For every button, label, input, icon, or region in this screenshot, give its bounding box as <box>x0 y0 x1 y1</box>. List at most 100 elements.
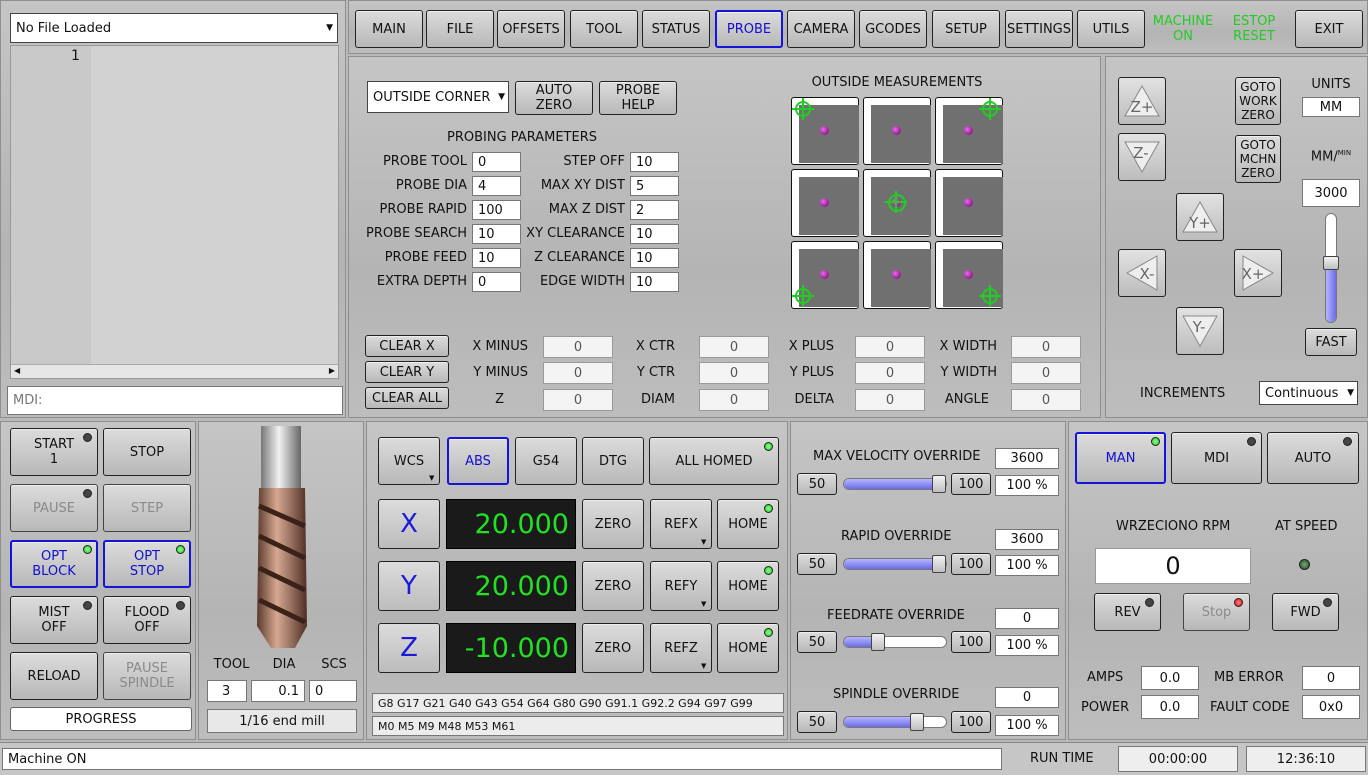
feedrate-slider[interactable] <box>843 633 947 651</box>
probe-edge-bottom[interactable] <box>863 241 931 309</box>
slider-knob[interactable] <box>932 555 946 573</box>
clear-y-button[interactable]: CLEAR Y <box>365 361 449 383</box>
tab-main[interactable]: MAIN <box>355 10 423 48</box>
probe-help-button[interactable]: PROBE HELP <box>599 81 677 115</box>
home-z-led <box>764 628 773 637</box>
tab-camera[interactable]: CAMERA <box>787 10 855 48</box>
probe-edge-right[interactable] <box>935 169 1003 237</box>
tab-tool[interactable]: TOOL <box>570 10 638 48</box>
g54-button[interactable]: G54 <box>515 437 577 485</box>
probe-edge-top[interactable] <box>863 97 931 165</box>
jog-y-minus-button[interactable]: Y- <box>1176 307 1224 355</box>
clear-x-button[interactable]: CLEAR X <box>365 335 449 357</box>
mdi-input[interactable]: MDI: <box>7 386 343 415</box>
axis-y-button[interactable]: Y <box>378 561 440 611</box>
goto-work-zero-button[interactable]: GOTO WORK ZERO <box>1235 77 1281 125</box>
jog-x-plus-button[interactable]: X+ <box>1234 249 1282 297</box>
slider-knob[interactable] <box>932 475 946 493</box>
probe-edge-left[interactable] <box>791 169 859 237</box>
tool-scs: 0 <box>309 680 357 702</box>
override-max-button[interactable]: 100 <box>951 711 991 733</box>
scroll-right-icon[interactable]: ▶ <box>329 366 335 375</box>
max-velocity-slider[interactable] <box>843 475 947 493</box>
all-homed-button[interactable]: ALL HOMED <box>649 437 779 485</box>
estop-reset-button[interactable]: ESTOP RESET <box>1220 10 1288 48</box>
scroll-left-icon[interactable]: ◀ <box>14 366 20 375</box>
abs-button[interactable]: ABS <box>447 437 509 485</box>
param-probe-search-input[interactable]: 10 <box>472 224 521 244</box>
power-label: POWER <box>1081 700 1130 715</box>
param-edge-width-input[interactable]: 10 <box>630 272 679 292</box>
machine-on-button[interactable]: MACHINE ON <box>1149 10 1217 48</box>
probe-corner-top-left[interactable] <box>791 97 859 165</box>
gcode-editor[interactable]: 1 ◀ ▶ <box>10 45 339 379</box>
slider-knob[interactable] <box>910 713 925 731</box>
opt-stop-led <box>176 545 185 554</box>
tab-gcodes[interactable]: GCODES <box>859 10 927 48</box>
slider-knob[interactable] <box>870 633 885 651</box>
param-step-off-input[interactable]: 10 <box>630 152 679 172</box>
override-min-button[interactable]: 50 <box>797 631 837 653</box>
clear-all-button[interactable]: CLEAR ALL <box>365 387 449 409</box>
override-max-button[interactable]: 100 <box>951 631 991 653</box>
param-probe-dia-input[interactable]: 4 <box>472 176 521 196</box>
file-dropdown[interactable]: No File Loaded ▼ <box>10 13 338 43</box>
jog-rate-slider[interactable] <box>1323 213 1339 323</box>
zero-z-button[interactable]: ZERO <box>582 623 644 673</box>
probe-mode-select[interactable]: OUTSIDE CORNERS ▼ <box>367 81 509 113</box>
jog-z-minus-button[interactable]: Z- <box>1118 133 1166 181</box>
jog-y-plus-button[interactable]: Y+ <box>1176 193 1224 241</box>
chevron-down-icon: ▼ <box>701 538 707 546</box>
probe-center[interactable] <box>863 169 931 237</box>
stop-button[interactable]: STOP <box>103 428 191 476</box>
editor-scrollbar[interactable]: ◀ ▶ <box>11 364 338 378</box>
zero-x-button[interactable]: ZERO <box>582 499 644 549</box>
tab-probe[interactable]: PROBE <box>715 10 783 48</box>
dtg-button[interactable]: DTG <box>582 437 644 485</box>
reload-button[interactable]: RELOAD <box>10 652 98 700</box>
jog-x-minus-button[interactable]: X- <box>1118 249 1166 297</box>
param-extra-depth-input[interactable]: 0 <box>472 272 521 292</box>
param-probe-feed-input[interactable]: 10 <box>472 248 521 268</box>
stop-led <box>1234 598 1243 607</box>
exit-button[interactable]: EXIT <box>1295 10 1363 48</box>
tab-setup[interactable]: SETUP <box>932 10 1000 48</box>
fast-button[interactable]: FAST <box>1305 328 1357 356</box>
step-button[interactable]: STEP <box>103 484 191 532</box>
axis-z-button[interactable]: Z <box>378 623 440 673</box>
goto-mchn-zero-button[interactable]: GOTO MCHN ZERO <box>1235 135 1281 183</box>
param-probe-tool-input[interactable]: 0 <box>472 152 521 172</box>
jog-z-plus-button[interactable]: Z+ <box>1118 77 1166 125</box>
override-max-button[interactable]: 100 <box>951 473 991 495</box>
override-max-button[interactable]: 100 <box>951 553 991 575</box>
jog-rate-knob[interactable] <box>1323 255 1339 270</box>
increments-select[interactable]: Continuous ▼ <box>1259 381 1358 405</box>
probe-corner-bottom-right[interactable] <box>935 241 1003 309</box>
auto-zero-button[interactable]: AUTO ZERO <box>515 81 593 115</box>
spindle-rpm-label: WRZECIONO RPM <box>1116 519 1231 534</box>
override-min-button[interactable]: 50 <box>797 553 837 575</box>
param-max-xy-dist-input[interactable]: 5 <box>630 176 679 196</box>
param-probe-rapid-input[interactable]: 100 <box>472 200 521 220</box>
probe-corner-bottom-left[interactable] <box>791 241 859 309</box>
slider-fill <box>844 559 946 569</box>
tab-status[interactable]: STATUS <box>642 10 710 48</box>
rapid-slider[interactable] <box>843 555 947 573</box>
param-z-clearance-input[interactable]: 10 <box>630 248 679 268</box>
tab-utils[interactable]: UTILS <box>1077 10 1145 48</box>
tab-offsets[interactable]: OFFSETS <box>497 10 565 48</box>
pause-spindle-button[interactable]: PAUSE SPINDLE <box>103 652 191 700</box>
tab-settings[interactable]: SETTINGS <box>1005 10 1073 48</box>
units-value[interactable]: MM <box>1302 97 1360 117</box>
jog-rate-input[interactable]: 3000 <box>1302 179 1360 207</box>
param-max-z-dist-input[interactable]: 2 <box>630 200 679 220</box>
tab-file[interactable]: FILE <box>426 10 494 48</box>
zero-y-button[interactable]: ZERO <box>582 561 644 611</box>
override-min-button[interactable]: 50 <box>797 473 837 495</box>
spindle-slider[interactable] <box>843 713 947 731</box>
override-min-button[interactable]: 50 <box>797 711 837 733</box>
param-xy-clearance-input[interactable]: 10 <box>630 224 679 244</box>
axis-x-button[interactable]: X <box>378 499 440 549</box>
home-y-led <box>764 566 773 575</box>
probe-corner-top-right[interactable] <box>935 97 1003 165</box>
